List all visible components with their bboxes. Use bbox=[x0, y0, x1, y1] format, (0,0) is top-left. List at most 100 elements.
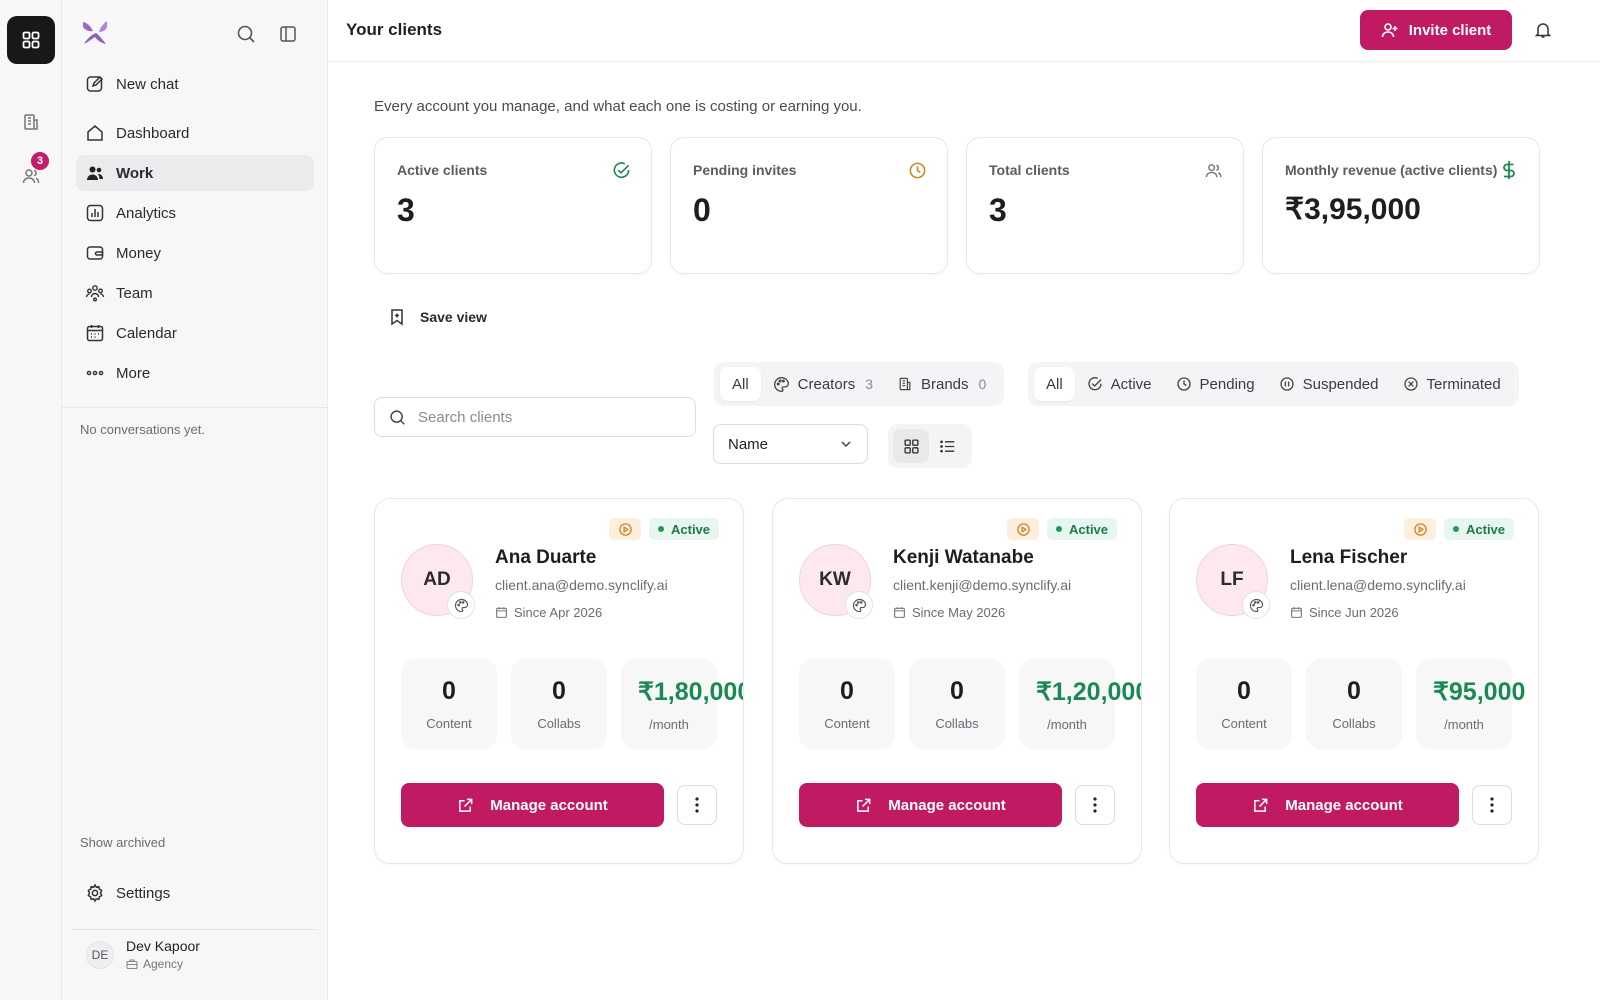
new-chat-label: New chat bbox=[116, 75, 179, 93]
settings-label: Settings bbox=[116, 884, 171, 902]
manage-account-button[interactable]: Manage account bbox=[799, 783, 1062, 827]
wallet-icon bbox=[84, 242, 106, 264]
type-filter-creators[interactable]: Creators 3 bbox=[761, 367, 885, 401]
users-icon bbox=[1203, 160, 1223, 180]
more-vertical-icon bbox=[1093, 797, 1097, 813]
manage-account-button[interactable]: Manage account bbox=[1196, 783, 1459, 827]
palette-icon bbox=[1242, 591, 1270, 619]
client-card: Active KW Kenji Watanabe client.kenji@de… bbox=[772, 498, 1142, 864]
user-profile[interactable]: DE Dev Kapoor Agency bbox=[86, 938, 200, 971]
briefcase-icon bbox=[126, 959, 138, 970]
manage-account-button[interactable]: Manage account bbox=[401, 783, 664, 827]
metric-content: 0 Content bbox=[799, 659, 895, 749]
stat-card-active: Active clients 3 bbox=[374, 137, 652, 274]
sidebar-item-more[interactable]: More bbox=[76, 355, 314, 391]
search-icon bbox=[237, 25, 255, 43]
external-link-icon bbox=[457, 797, 474, 814]
palette-icon bbox=[447, 591, 475, 619]
metric-collabs: 0 Collabs bbox=[511, 659, 607, 749]
save-view-button[interactable]: Save view bbox=[388, 308, 487, 326]
clients-rail-button[interactable]: 3 bbox=[7, 152, 55, 200]
list-view-button[interactable] bbox=[929, 429, 965, 463]
sidebar-item-label: Analytics bbox=[116, 204, 177, 222]
sidebar-item-work[interactable]: Work bbox=[76, 155, 314, 191]
status-filter-suspended[interactable]: Suspended bbox=[1267, 367, 1391, 401]
new-chat-button[interactable]: New chat bbox=[76, 66, 314, 102]
status-badge: Active bbox=[649, 518, 720, 540]
sidebar-item-label: Money bbox=[116, 244, 162, 262]
metric-revenue: ₹1,80,000/month bbox=[621, 659, 743, 749]
type-filter-all[interactable]: All bbox=[720, 367, 761, 401]
grid-view-button[interactable] bbox=[893, 429, 929, 463]
building-icon bbox=[24, 114, 38, 130]
invite-client-button[interactable]: Invite client bbox=[1360, 10, 1512, 50]
creator-type-chip bbox=[609, 518, 641, 540]
settings-button[interactable]: Settings bbox=[76, 875, 314, 911]
client-name: Kenji Watanabe bbox=[893, 547, 1034, 568]
toggle-sidebar-button[interactable] bbox=[276, 22, 300, 46]
client-card: Active LF Lena Fischer client.lena@demo.… bbox=[1169, 498, 1539, 864]
gear-icon bbox=[84, 882, 106, 904]
pause-circle-icon bbox=[1279, 376, 1295, 392]
sidebar-item-dashboard[interactable]: Dashboard bbox=[76, 115, 314, 151]
status-badge: Active bbox=[1444, 518, 1515, 540]
client-since: Since Apr 2026 bbox=[495, 605, 602, 620]
sidebar-item-calendar[interactable]: Calendar bbox=[76, 315, 314, 351]
top-bar: Your clients Invite client bbox=[328, 0, 1600, 62]
client-since: Since May 2026 bbox=[893, 605, 1005, 620]
page-subtitle: Every account you manage, and what each … bbox=[374, 98, 862, 115]
status-dot bbox=[1056, 526, 1062, 532]
show-archived-link[interactable]: Show archived bbox=[80, 835, 165, 850]
status-filter-terminated[interactable]: Terminated bbox=[1391, 367, 1513, 401]
notifications-button[interactable] bbox=[1532, 19, 1554, 41]
stat-value: ₹3,95,000 bbox=[1285, 193, 1421, 226]
more-options-button[interactable] bbox=[677, 785, 717, 825]
apps-grid-button[interactable] bbox=[7, 16, 55, 64]
status-filter-all[interactable]: All bbox=[1034, 367, 1075, 401]
chevron-down-icon bbox=[841, 441, 851, 448]
logo-icon bbox=[83, 21, 107, 44]
page-title: Your clients bbox=[346, 20, 443, 39]
metric-revenue: ₹95,000/month bbox=[1416, 659, 1525, 749]
status-filter-pending[interactable]: Pending bbox=[1164, 367, 1267, 401]
search-button[interactable] bbox=[234, 22, 258, 46]
sidebar-item-label: More bbox=[116, 364, 151, 382]
x-circle-icon bbox=[1403, 376, 1419, 392]
user-plus-icon bbox=[1381, 21, 1399, 39]
sidebar-item-analytics[interactable]: Analytics bbox=[76, 195, 314, 231]
more-options-button[interactable] bbox=[1075, 785, 1115, 825]
status-badge: Active bbox=[1047, 518, 1118, 540]
user-name: Dev Kapoor bbox=[126, 938, 200, 954]
grid-icon bbox=[903, 438, 919, 454]
type-filter-brands[interactable]: Brands 0 bbox=[885, 367, 998, 401]
more-options-button[interactable] bbox=[1472, 785, 1512, 825]
status-filter-active[interactable]: Active bbox=[1075, 367, 1164, 401]
building-icon bbox=[897, 376, 913, 392]
client-card: Active AD Ana Duarte client.ana@demo.syn… bbox=[374, 498, 744, 864]
organization-button[interactable] bbox=[7, 98, 55, 146]
stat-label: Active clients bbox=[397, 162, 488, 178]
clock-icon bbox=[1176, 376, 1192, 392]
brand-logo[interactable] bbox=[80, 18, 110, 48]
check-circle-icon bbox=[611, 160, 631, 180]
creator-type-chip bbox=[1404, 518, 1436, 540]
profile-divider bbox=[72, 929, 318, 930]
palette-icon bbox=[773, 376, 790, 393]
sidebar-item-team[interactable]: Team bbox=[76, 275, 314, 311]
search-input[interactable] bbox=[418, 408, 678, 426]
creator-type-chip bbox=[1007, 518, 1039, 540]
stat-value: 3 bbox=[989, 192, 1007, 228]
sort-select[interactable]: Name bbox=[713, 424, 868, 464]
list-icon bbox=[939, 439, 954, 453]
metric-revenue: ₹1,20,000/month bbox=[1019, 659, 1141, 749]
clock-icon bbox=[907, 160, 927, 180]
user-role: Agency bbox=[126, 957, 200, 971]
stat-card-revenue: Monthly revenue (active clients) ₹3,95,0… bbox=[1262, 137, 1540, 274]
sidebar-panel-icon bbox=[280, 26, 296, 42]
people-icon bbox=[84, 162, 106, 184]
client-email: client.kenji@demo.synclify.ai bbox=[893, 577, 1072, 593]
sidebar-item-money[interactable]: Money bbox=[76, 235, 314, 271]
palette-icon bbox=[845, 591, 873, 619]
stat-label: Pending invites bbox=[693, 162, 797, 178]
main-content: Your clients Invite client Every account… bbox=[328, 0, 1600, 1000]
